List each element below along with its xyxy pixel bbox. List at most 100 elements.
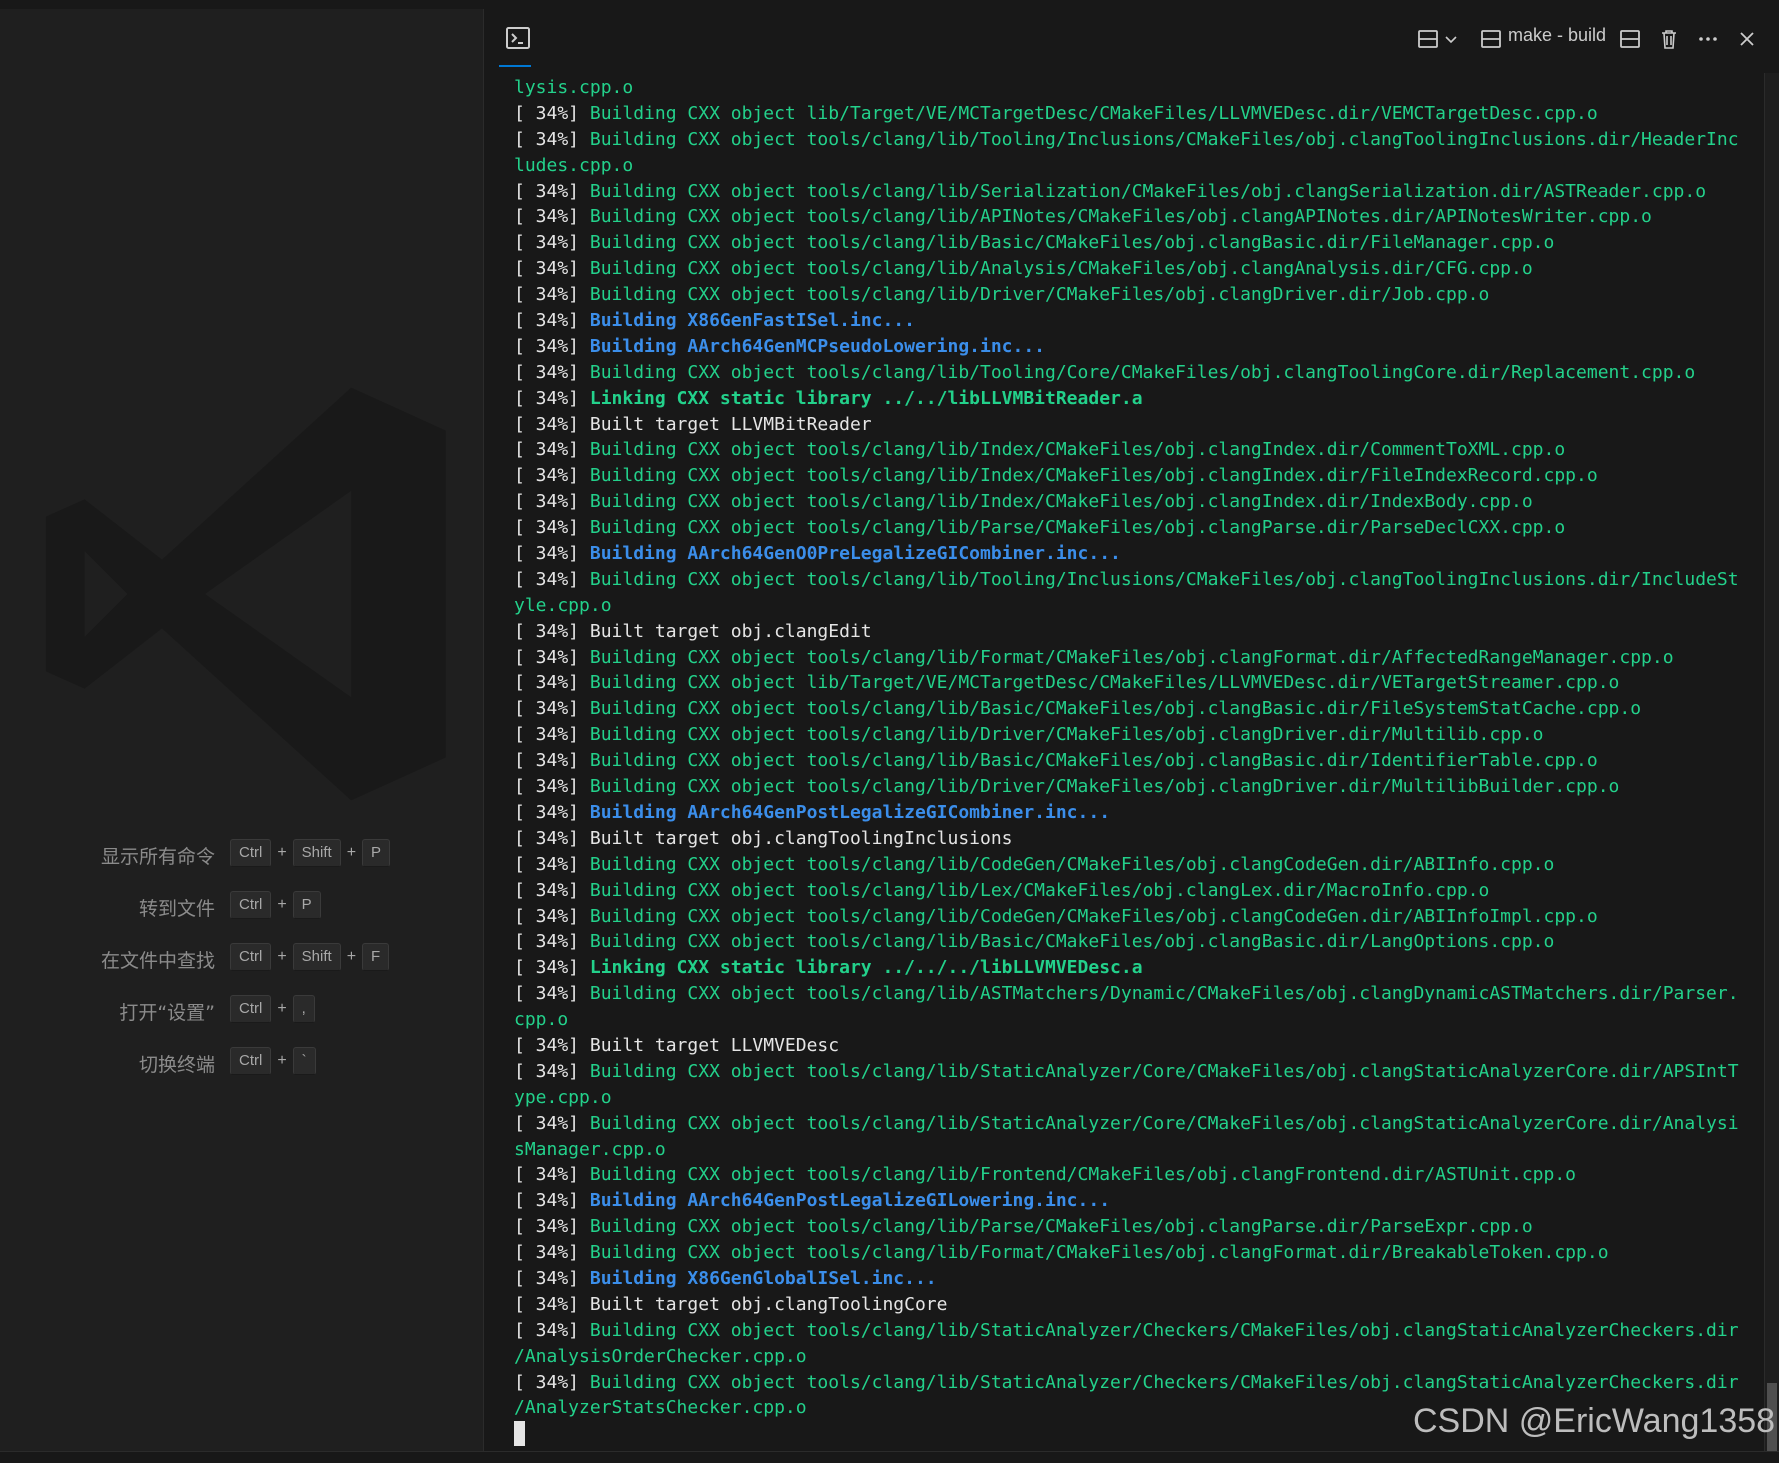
progress-prefix: [ 34%] bbox=[514, 1371, 590, 1393]
progress-prefix: [ 34%] bbox=[514, 102, 590, 124]
progress-prefix: [ 34%] bbox=[514, 1319, 590, 1341]
line-text: Building CXX object tools/clang/lib/ASTM… bbox=[589, 983, 1739, 1005]
terminal-line: [ 34%] Built target obj.clangToolingIncl… bbox=[514, 826, 1752, 852]
shortcut-label: 显示所有命令 bbox=[100, 846, 215, 868]
terminal-line: [ 34%] Building CXX object tools/clang/l… bbox=[514, 1214, 1752, 1240]
terminal-line: [ 34%] Building CXX object tools/clang/l… bbox=[514, 127, 1752, 153]
terminal-line: [ 34%] Building CXX object tools/clang/l… bbox=[514, 282, 1752, 308]
split-terminal-button[interactable] bbox=[1619, 24, 1641, 54]
progress-prefix: [ 34%] bbox=[514, 1034, 590, 1056]
progress-prefix: [ 34%] bbox=[514, 387, 590, 409]
line-text: Building AArch64GenPostLegalizeGICombine… bbox=[589, 801, 1111, 823]
key-cap: , bbox=[292, 995, 315, 1023]
line-text: sManager.cpp.o bbox=[514, 1138, 666, 1160]
terminal-line: [ 34%] Built target obj.clangToolingCore bbox=[514, 1292, 1752, 1318]
shortcut-open-settings: 打开“设置” Ctrl +, bbox=[0, 991, 483, 1031]
line-text: Building CXX object tools/clang/lib/Form… bbox=[589, 646, 1674, 668]
shortcut-go-to-file: 转到文件 Ctrl + P bbox=[0, 887, 483, 927]
terminal-line: [ 34%] Building CXX object tools/clang/l… bbox=[514, 929, 1752, 955]
shortcut-toggle-terminal: 切换终端 Ctrl + ` bbox=[0, 1043, 483, 1083]
key-cap: Ctrl bbox=[230, 1047, 272, 1075]
line-text: Building CXX object tools/clang/lib/Stat… bbox=[589, 1371, 1739, 1393]
terminal-output[interactable]: lysis.cpp.o [ 34%] Building CXX object li… bbox=[514, 75, 1752, 1447]
line-text: Building CXX object tools/clang/lib/Stat… bbox=[589, 1112, 1739, 1134]
terminal-line: [ 34%] Building CXX object tools/clang/l… bbox=[514, 204, 1752, 230]
editor-welcome-area: 显示所有命令 Ctrl + Shift + P 转到文件 Ctrl + P 在文件中查找 C… bbox=[0, 9, 483, 1451]
shortcut-keys: Ctrl + ` bbox=[230, 1047, 316, 1075]
terminal-instance[interactable] bbox=[1480, 24, 1502, 54]
progress-prefix: [ 34%] bbox=[514, 983, 590, 1005]
terminal-line: [ 34%] Building CXX object tools/clang/l… bbox=[514, 904, 1752, 930]
terminal-line: [ 34%] Building CXX object tools/clang/l… bbox=[514, 489, 1752, 515]
terminal-line: [ 34%] Built target LLVMVEDesc bbox=[514, 1033, 1752, 1059]
terminal-line: [ 34%] Building CXX object tools/clang/l… bbox=[514, 437, 1752, 463]
shortcut-keys: Ctrl + Shift + P bbox=[230, 839, 391, 867]
terminal-line: [ 34%] Built target obj.clangEdit bbox=[514, 619, 1752, 645]
progress-prefix: [ 34%] bbox=[514, 776, 590, 798]
close-icon bbox=[1740, 32, 1754, 46]
progress-prefix: [ 34%] bbox=[514, 258, 590, 280]
shortcut-find-in-files: 在文件中查找 Ctrl + Shift + F bbox=[0, 939, 483, 979]
terminal-panel-icon bbox=[1481, 30, 1501, 48]
terminal-line: [ 34%] Building CXX object tools/clang/l… bbox=[514, 360, 1752, 386]
line-text: Building CXX object tools/clang/lib/Driv… bbox=[589, 284, 1490, 306]
trash-icon bbox=[1662, 30, 1676, 49]
shortcut-label: 在文件中查找 bbox=[100, 950, 215, 972]
progress-prefix: [ 34%] bbox=[514, 206, 590, 228]
more-actions-icon bbox=[1699, 37, 1717, 41]
line-text: Built target obj.clangToolingInclusions bbox=[589, 827, 1013, 849]
progress-prefix: [ 34%] bbox=[514, 1242, 590, 1264]
terminal-tab-bar: make - build bbox=[484, 9, 1779, 67]
bottom-edge-bar bbox=[0, 1451, 1779, 1463]
line-text: Building CXX object tools/clang/lib/Driv… bbox=[589, 724, 1544, 746]
progress-prefix: [ 34%] bbox=[514, 413, 590, 435]
terminal-line: [ 34%] Building CXX object tools/clang/l… bbox=[514, 463, 1752, 489]
vscode-watermark-logo-icon bbox=[45, 387, 446, 801]
terminal-line: [ 34%] Building X86GenGlobalISel.inc... bbox=[514, 1266, 1752, 1292]
terminal-line: [ 34%] Building AArch64GenPostLegalizeGI… bbox=[514, 1188, 1752, 1214]
progress-prefix: [ 34%] bbox=[514, 491, 590, 513]
plus-sign: + bbox=[277, 948, 287, 965]
line-text: Building AArch64GenO0PreLegalizeGICombin… bbox=[589, 543, 1121, 565]
line-text: Built target obj.clangEdit bbox=[589, 620, 872, 642]
progress-prefix: [ 34%] bbox=[514, 801, 590, 823]
progress-prefix: [ 34%] bbox=[514, 698, 590, 720]
key-cap: Ctrl bbox=[230, 943, 272, 971]
close-panel-button[interactable] bbox=[1736, 24, 1758, 54]
line-text: Building CXX object lib/Target/VE/MCTarg… bbox=[589, 672, 1620, 694]
key-cap: Ctrl bbox=[230, 995, 272, 1023]
line-text: Building CXX object tools/clang/lib/Code… bbox=[589, 853, 1555, 875]
line-text: Building X86GenGlobalISel.inc... bbox=[589, 1267, 937, 1289]
plus-sign: + bbox=[277, 844, 287, 861]
terminal-icon[interactable] bbox=[502, 22, 534, 54]
terminal-line: [ 34%] Building CXX object tools/clang/l… bbox=[514, 696, 1752, 722]
plus-sign: + bbox=[277, 1000, 287, 1017]
terminal-line: [ 34%] Building CXX object tools/clang/l… bbox=[514, 1111, 1752, 1137]
line-text: Building CXX object tools/clang/lib/Inde… bbox=[589, 465, 1598, 487]
line-text: Building CXX object tools/clang/lib/Basi… bbox=[589, 750, 1598, 772]
more-actions-button[interactable] bbox=[1697, 24, 1719, 54]
key-cap: ` bbox=[292, 1047, 316, 1075]
terminal-cursor bbox=[514, 1421, 525, 1447]
line-text: Building CXX object tools/clang/lib/Basi… bbox=[589, 698, 1642, 720]
line-text: Building CXX object tools/clang/lib/Anal… bbox=[589, 258, 1533, 280]
terminal-line: [ 34%] Building CXX object tools/clang/l… bbox=[514, 179, 1752, 205]
kill-terminal-button[interactable] bbox=[1658, 24, 1680, 54]
progress-prefix: [ 34%] bbox=[514, 853, 590, 875]
line-text: Building CXX object tools/clang/lib/Tool… bbox=[589, 568, 1739, 590]
terminal-line: [ 34%] Building CXX object tools/clang/l… bbox=[514, 1370, 1752, 1396]
progress-prefix: [ 34%] bbox=[514, 1060, 590, 1082]
line-text: Building CXX object tools/clang/lib/Inde… bbox=[589, 439, 1566, 461]
split-layout-dropdown[interactable] bbox=[1417, 24, 1459, 54]
line-text: Built target LLVMBitReader bbox=[589, 413, 872, 435]
key-cap: F bbox=[362, 943, 390, 971]
line-text: ype.cpp.o bbox=[514, 1086, 612, 1108]
terminal-line: [ 34%] Building CXX object lib/Target/VE… bbox=[514, 101, 1752, 127]
terminal-name[interactable]: make - build bbox=[1508, 25, 1606, 46]
terminal-line: sManager.cpp.o bbox=[514, 1137, 1752, 1163]
key-cap: Shift bbox=[292, 943, 341, 971]
terminal-scrollbar[interactable] bbox=[1764, 73, 1779, 1453]
terminal-line: yle.cpp.o bbox=[514, 593, 1752, 619]
line-text: Building CXX object tools/clang/lib/Basi… bbox=[589, 931, 1555, 953]
terminal-line: [ 34%] Building CXX object tools/clang/l… bbox=[514, 1318, 1752, 1344]
